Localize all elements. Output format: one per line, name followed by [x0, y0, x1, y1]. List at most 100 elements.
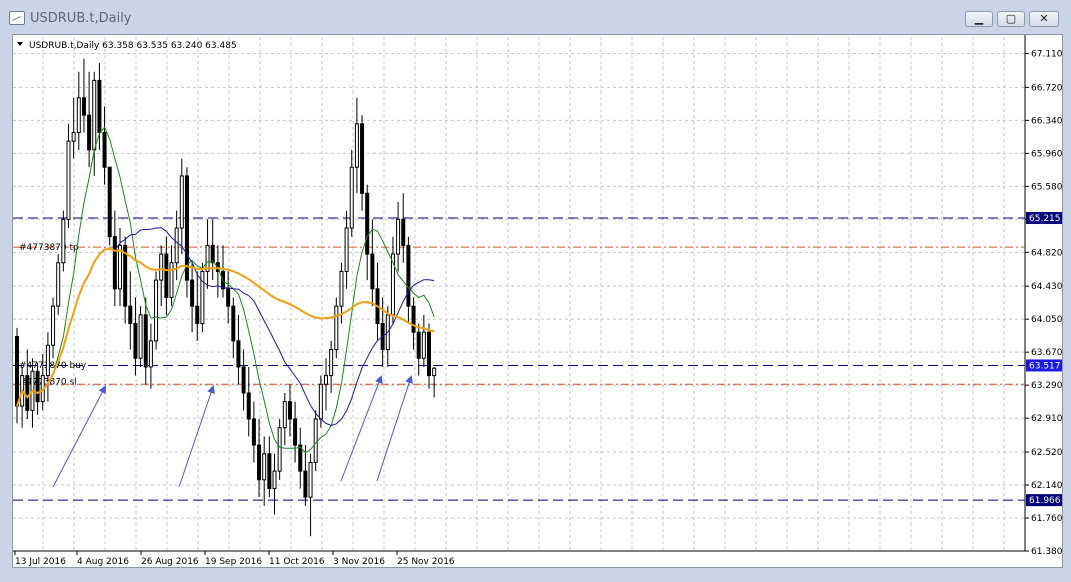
candle-body — [287, 401, 292, 420]
candle-body — [107, 166, 112, 238]
candle-body — [349, 166, 354, 229]
close-button[interactable]: ✕ — [1029, 11, 1059, 27]
price-chart[interactable]: 67.11066.72066.34065.96065.58065.20064.8… — [13, 35, 1062, 567]
y-tick-label: 63.670 — [1031, 348, 1062, 358]
candle-body — [318, 383, 323, 420]
x-tick-label: 4 Aug 2016 — [77, 557, 129, 567]
candle-body — [148, 340, 153, 368]
y-tick-label: 64.430 — [1031, 282, 1062, 292]
candle-body — [112, 236, 117, 290]
candle-body — [432, 367, 437, 377]
candle-body — [262, 453, 267, 481]
candle-body — [143, 314, 148, 368]
candle-body — [56, 262, 61, 307]
candle-body — [406, 244, 411, 307]
candle-body — [102, 132, 107, 168]
x-tick-label: 26 Aug 2016 — [141, 557, 199, 567]
candle-body — [416, 331, 421, 359]
x-tick-label: 25 Nov 2016 — [397, 557, 455, 567]
chart-area[interactable]: 67.11066.72066.34065.96065.58065.20064.8… — [12, 34, 1063, 568]
candle-body — [164, 253, 169, 298]
candle-body — [92, 79, 97, 151]
maximize-button[interactable]: ▢ — [997, 11, 1025, 27]
candle-body — [210, 244, 215, 264]
candle-body — [308, 461, 313, 498]
candle-body — [128, 305, 133, 325]
close-icon: ✕ — [1039, 12, 1049, 25]
candle-body — [303, 470, 308, 498]
candle-body — [344, 227, 349, 272]
candle-body — [411, 305, 416, 333]
annotation-arrow — [340, 375, 383, 482]
candle-body — [236, 340, 241, 368]
window-title: USDRUB.t,Daily — [30, 11, 132, 26]
title-bar: USDRUB.t,Daily ▁ ▢ ✕ — [0, 0, 1071, 32]
annotation-arrow — [376, 375, 413, 482]
candle-body — [81, 97, 86, 116]
candle-body — [421, 331, 426, 359]
moving-average-fast — [16, 126, 435, 454]
annotation-arrow — [178, 385, 215, 488]
candle-body — [370, 253, 375, 290]
price-level-label: 65.215 — [1029, 214, 1061, 224]
annotation-arrow — [52, 385, 106, 488]
y-tick-label: 62.910 — [1031, 414, 1062, 424]
minimize-button[interactable]: ▁ — [965, 11, 993, 27]
candle-body — [35, 370, 40, 403]
y-tick-label: 64.820 — [1031, 248, 1062, 258]
candle-body — [241, 366, 246, 394]
candle-body — [334, 305, 339, 351]
candle-body — [87, 114, 92, 151]
price-level-label: 61.966 — [1029, 496, 1061, 506]
candle-body — [282, 401, 287, 429]
x-tick-label: 3 Nov 2016 — [333, 557, 385, 567]
candle-body — [365, 192, 370, 255]
candle-body — [179, 175, 184, 229]
candle-body — [226, 288, 231, 307]
candle-body — [360, 123, 365, 194]
candle-body — [51, 305, 56, 346]
candle-body — [277, 427, 282, 472]
y-tick-label: 63.290 — [1031, 381, 1062, 391]
candle-body — [76, 97, 81, 134]
y-tick-label: 66.340 — [1031, 116, 1062, 126]
candle-body — [251, 418, 256, 446]
candle-body — [66, 140, 71, 220]
candle-body — [71, 132, 76, 142]
candle-body — [267, 453, 272, 489]
candle-body — [246, 392, 251, 420]
order-label: #4773870 buy — [19, 361, 87, 371]
chart-menu-triangle-icon — [17, 42, 23, 46]
candle-body — [25, 375, 30, 411]
candle-body — [169, 262, 174, 298]
candle-body — [324, 375, 328, 385]
candle-body — [272, 470, 277, 489]
maximize-icon: ▢ — [1005, 12, 1017, 25]
minimize-icon: ▁ — [974, 12, 984, 25]
terminal-window: USDRUB.t,Daily ▁ ▢ ✕ 67.110 66.720 66.340 6… — [0, 0, 1071, 582]
candle-body — [257, 444, 262, 481]
candle-body — [329, 349, 334, 377]
candle-body — [195, 305, 200, 325]
y-tick-label: 67.110 — [1031, 49, 1062, 59]
candle-body — [313, 418, 318, 463]
candle-body — [427, 331, 431, 377]
y-tick-label: 61.760 — [1031, 514, 1062, 524]
candle-body — [15, 336, 19, 407]
candle-body — [61, 218, 66, 264]
y-tick-label: 62.520 — [1031, 448, 1062, 458]
x-tick-label: 13 Jul 2016 — [15, 557, 66, 567]
y-tick-label: 61.380 — [1031, 547, 1062, 557]
y-tick-label: 62.140 — [1031, 481, 1062, 491]
candle-body — [190, 279, 195, 307]
candle-body — [97, 79, 102, 134]
candle-body — [401, 218, 406, 246]
price-level-label: 63.517 — [1029, 361, 1061, 371]
candle-body — [154, 279, 159, 342]
candle-body — [133, 323, 138, 359]
candle-body — [138, 314, 143, 359]
y-tick-label: 65.580 — [1031, 182, 1062, 192]
order-label: #4773870 tp — [19, 243, 79, 253]
y-tick-label: 64.050 — [1031, 315, 1062, 325]
y-tick-label: 65.960 — [1031, 149, 1062, 159]
